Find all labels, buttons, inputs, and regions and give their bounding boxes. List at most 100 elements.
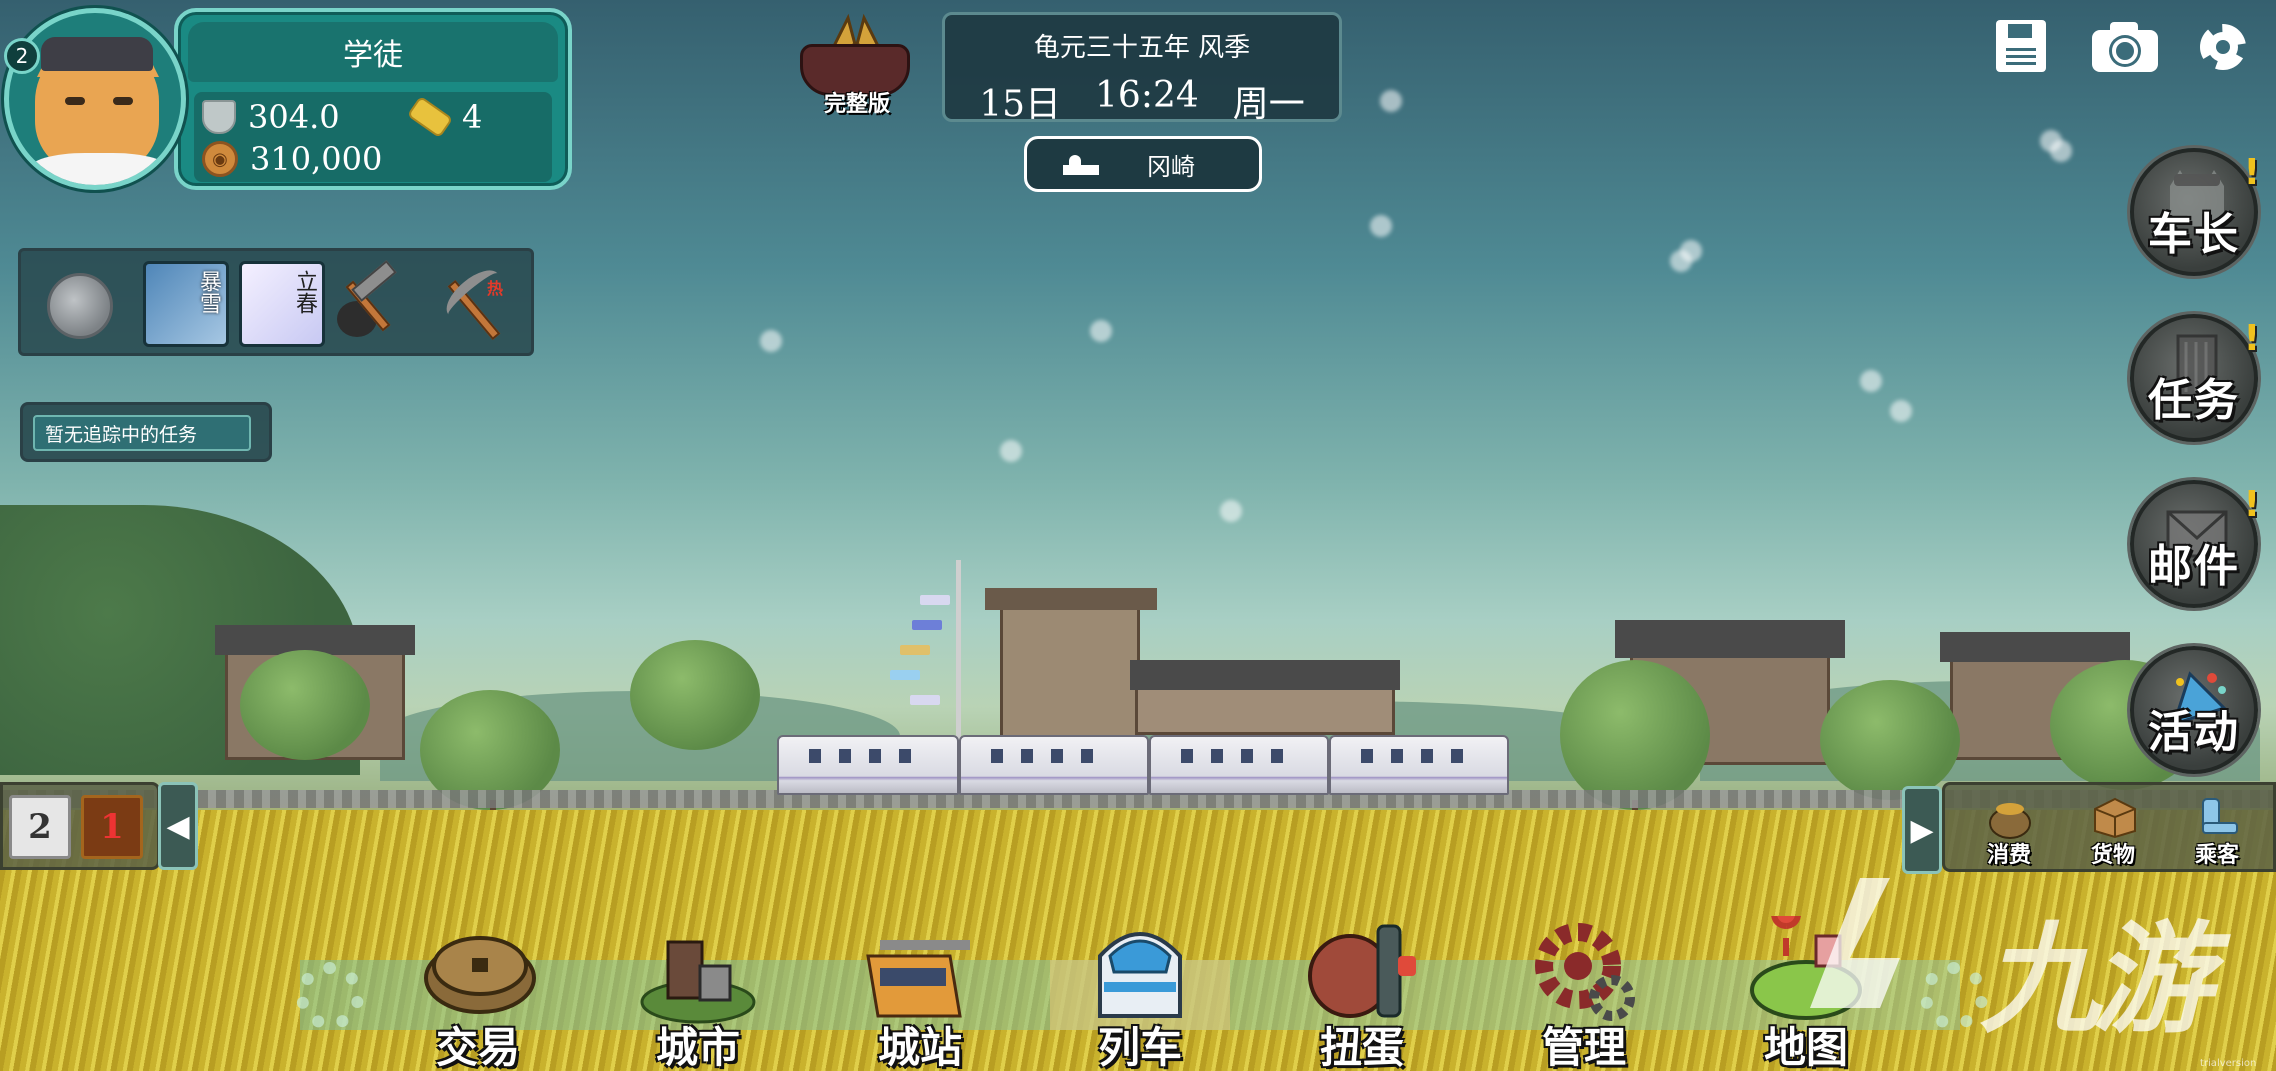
rank-title: 学徒	[188, 22, 558, 82]
tree	[630, 640, 760, 750]
stats-box: 304.0 4 ◉ 310,000	[194, 92, 552, 182]
expand-right-arrow[interactable]: ▶	[1902, 786, 1942, 874]
menu-gacha-button[interactable]: 扭蛋	[1272, 908, 1452, 1071]
snowflake	[1380, 90, 1402, 112]
quest-tracker-text: 暂无追踪中的任务	[33, 415, 251, 451]
station-name: 冈崎	[1147, 152, 1195, 181]
watermark-logo-icon	[1810, 878, 1900, 1008]
city-buildings-icon	[640, 940, 756, 1024]
level-badge: 2	[4, 38, 40, 74]
mail-button[interactable]: 邮件 !	[2130, 480, 2260, 608]
menu-city-button[interactable]: 城市	[608, 908, 788, 1071]
menu-management-button[interactable]: 管理	[1494, 908, 1674, 1071]
tasks-button[interactable]: 任务 !	[2130, 314, 2260, 442]
flag-pole	[956, 560, 961, 740]
watermark-small-text: trialversion	[2200, 1058, 2257, 1069]
train-car[interactable]	[1329, 735, 1509, 795]
shortcut-tray: 消费 货物 乘客	[1942, 782, 2276, 872]
train-car[interactable]	[1149, 735, 1329, 795]
roof	[1940, 632, 2130, 662]
gears-icon	[1535, 923, 1635, 1021]
ticket-value: 4	[462, 98, 483, 136]
player-info-box: 学徒 304.0 4 ◉ 310,000	[174, 8, 572, 190]
train-car[interactable]	[959, 735, 1149, 795]
alert-badge: !	[2243, 484, 2260, 525]
station-tower	[1000, 600, 1140, 740]
passenger-shortcut[interactable]: 乘客	[2167, 789, 2267, 871]
gear-icon[interactable]	[2192, 16, 2254, 76]
full-edition-badge[interactable]: 完整版	[792, 0, 922, 120]
player-panel[interactable]: 学徒 304.0 4 ◉ 310,000 2	[4, 8, 572, 190]
pickaxe-icon[interactable]: 热	[435, 261, 511, 345]
coins-icon	[424, 936, 536, 1014]
current-station-button[interactable]: 冈崎	[1024, 136, 1262, 192]
edition-label: 完整版	[823, 91, 890, 117]
consumption-shortcut[interactable]: 消费	[1959, 789, 2059, 871]
camera-icon[interactable]	[2090, 16, 2160, 76]
era-season: 龟元三十五年 风季	[1033, 33, 1251, 63]
page-tab-1[interactable]: 1	[81, 795, 143, 859]
collar	[29, 153, 169, 185]
gacha-machine-icon	[1308, 924, 1416, 1018]
snowflake	[2050, 140, 2072, 162]
weather-card-blizzard[interactable]: 暴雪	[143, 261, 229, 347]
tree	[240, 650, 370, 760]
roof	[1615, 620, 1845, 658]
ticket-icon	[406, 95, 454, 139]
seat-icon	[2202, 798, 2238, 834]
date-time-panel: 龟元三十五年 风季 15日 16:24 周一	[942, 12, 1342, 125]
avatar[interactable]	[4, 8, 186, 190]
collapse-left-arrow[interactable]: ◀	[158, 782, 198, 870]
coal-hammer-icon[interactable]	[333, 260, 409, 345]
roof	[1130, 660, 1400, 690]
carp-streamer	[910, 695, 940, 705]
alert-badge: !	[2243, 152, 2260, 193]
moon-phase-icon[interactable]	[47, 273, 113, 339]
tree	[1560, 660, 1710, 810]
money-stat: ◉ 310,000	[202, 140, 382, 178]
day: 15日	[979, 84, 1062, 125]
score-stat: 304.0	[202, 98, 340, 136]
score-value: 304.0	[248, 98, 340, 136]
cargo-box-icon	[2094, 797, 2136, 839]
bullet-train-icon	[1098, 932, 1182, 1018]
quest-tracker[interactable]: 暂无追踪中的任务	[20, 402, 272, 462]
train-page-tabs: 2 1	[0, 782, 160, 870]
carp-streamer	[912, 620, 942, 630]
snowflake	[1000, 440, 1022, 462]
tree	[1820, 680, 1960, 800]
weekday: 周一	[1232, 84, 1305, 125]
station-icon	[1063, 153, 1103, 175]
snowflake	[1220, 500, 1242, 522]
menu-train-button[interactable]: 列车	[1050, 908, 1230, 1071]
cargo-shortcut[interactable]: 货物	[2063, 789, 2163, 871]
ticket-stat: 4	[406, 95, 483, 139]
snowflake	[1860, 370, 1882, 392]
events-button[interactable]: 活动	[2130, 646, 2258, 774]
site-watermark: 九游	[1790, 868, 2250, 1050]
snowflake	[1890, 400, 1912, 422]
station-train-icon	[866, 940, 970, 1018]
carp-streamer	[920, 595, 950, 605]
gear-decoration-icon	[296, 962, 364, 1030]
roof	[985, 588, 1157, 610]
conductor-button[interactable]: 车长 !	[2130, 148, 2260, 276]
coin-icon: ◉	[202, 141, 238, 177]
menu-station-button[interactable]: 城站	[830, 908, 1010, 1071]
carp-streamer	[900, 645, 930, 655]
snowflake	[1670, 250, 1692, 272]
trophy-icon	[202, 100, 236, 134]
train-car[interactable]	[777, 735, 959, 795]
snowflake	[1090, 320, 1112, 342]
money-bag-icon	[1989, 803, 2031, 839]
snowflake	[760, 330, 782, 352]
alert-badge: !	[2243, 318, 2260, 359]
save-icon[interactable]	[1990, 16, 2052, 76]
menu-trade-button[interactable]: 交易	[388, 908, 568, 1071]
carp-streamer	[890, 670, 920, 680]
weather-card-spring[interactable]: 立春	[239, 261, 325, 347]
page-tab-2[interactable]: 2	[9, 795, 71, 859]
clock-time: 16:24	[1095, 75, 1199, 116]
weather-tools-panel: 暴雪 立春 热	[18, 248, 534, 356]
money-value: 310,000	[250, 140, 383, 178]
